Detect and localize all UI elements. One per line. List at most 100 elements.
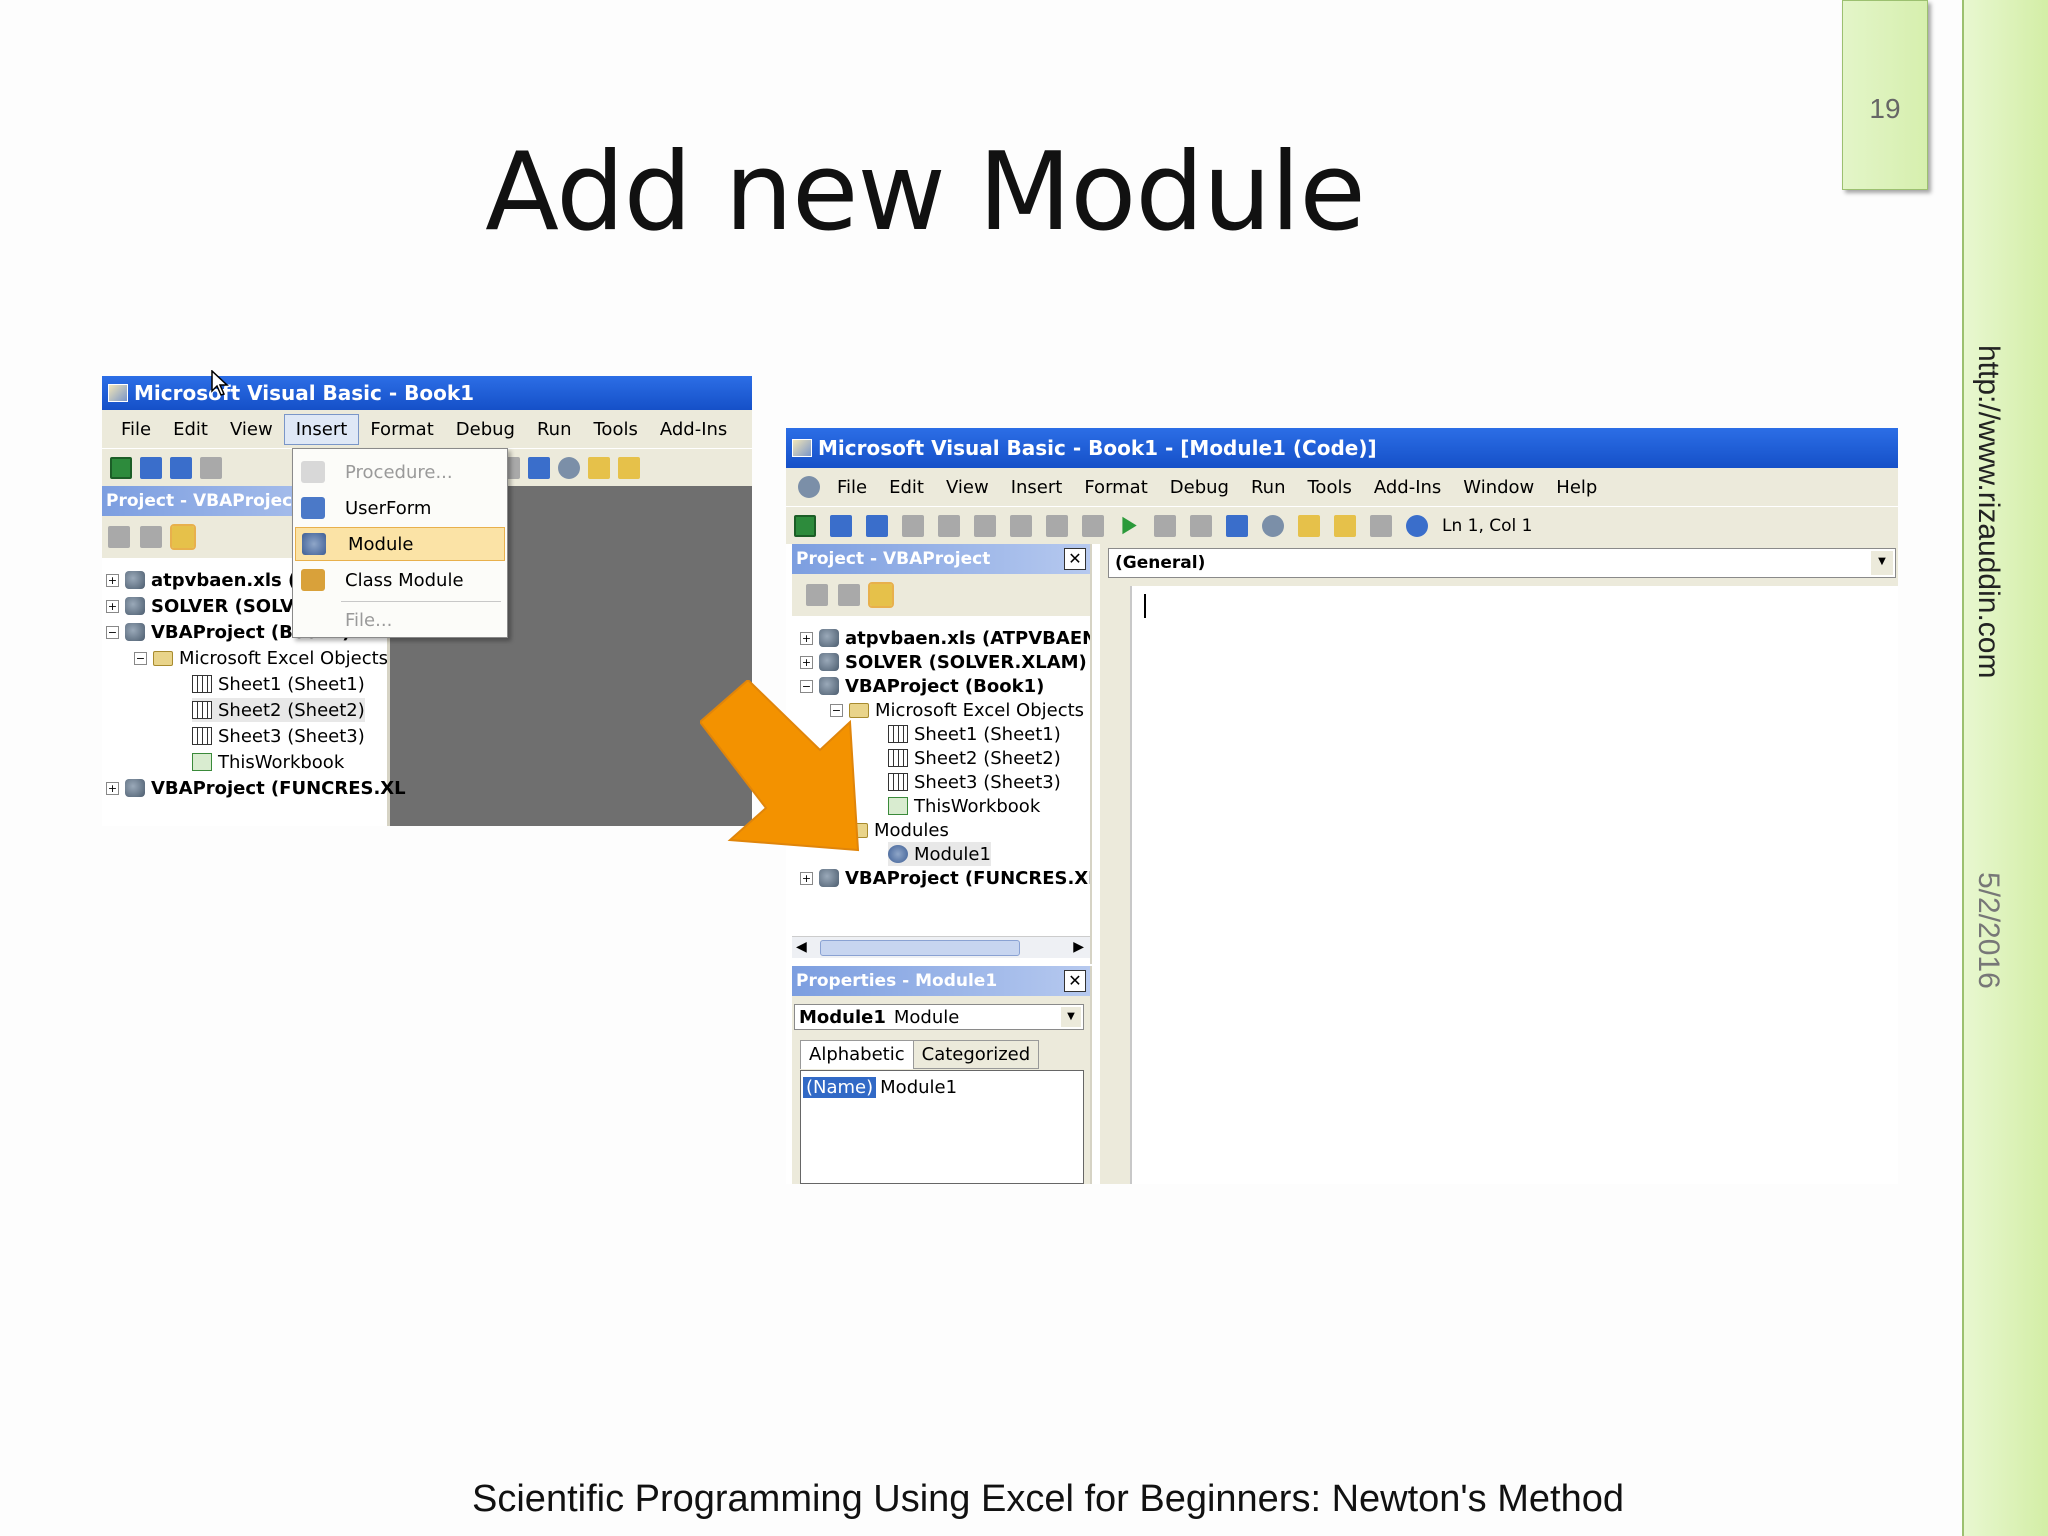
menu-edit[interactable]: Edit bbox=[162, 415, 219, 444]
chevron-down-icon[interactable]: ▼ bbox=[1061, 1007, 1081, 1027]
close-icon[interactable]: ✕ bbox=[1064, 548, 1086, 570]
view-object-icon[interactable] bbox=[838, 584, 860, 606]
object-browser-icon[interactable] bbox=[1334, 514, 1356, 537]
cursor-position: Ln 1, Col 1 bbox=[1442, 515, 1533, 536]
menu-item-class-module[interactable]: Class Module bbox=[293, 563, 507, 597]
insert-userform-icon[interactable] bbox=[830, 514, 852, 537]
view-object-icon[interactable] bbox=[140, 526, 162, 548]
object-combo[interactable]: (General) ▼ bbox=[1108, 548, 1896, 578]
help-icon[interactable] bbox=[1406, 514, 1428, 537]
cut-icon[interactable] bbox=[902, 514, 924, 537]
tree-item[interactable]: Sheet2 (Sheet2) bbox=[888, 746, 1061, 770]
properties-pane-title: Properties - Module1 ✕ bbox=[792, 966, 1090, 996]
properties-icon[interactable] bbox=[588, 456, 610, 479]
tree-item[interactable]: − Microsoft Excel Objects bbox=[134, 646, 388, 670]
undo-icon[interactable] bbox=[1046, 514, 1068, 537]
tree-item[interactable]: + atpvbaen.xls ( bbox=[106, 568, 296, 592]
scroll-thumb[interactable] bbox=[820, 940, 1020, 956]
menu-add-ins[interactable]: Add-Ins bbox=[649, 415, 738, 444]
menu-format[interactable]: Format bbox=[1073, 473, 1158, 502]
properties-icon[interactable] bbox=[1298, 514, 1320, 537]
menu-item-procedure[interactable]: Procedure... bbox=[293, 455, 507, 489]
side-bar bbox=[1962, 0, 2048, 1536]
tab-categorized[interactable]: Categorized bbox=[913, 1040, 1040, 1069]
chevron-down-icon[interactable]: ▼ bbox=[1871, 551, 1893, 575]
tree-item[interactable]: ThisWorkbook bbox=[192, 750, 344, 774]
object-browser-icon[interactable] bbox=[618, 456, 640, 479]
vba-project-icon[interactable] bbox=[798, 476, 820, 498]
toolbox-icon[interactable] bbox=[1370, 514, 1392, 537]
menu-insert[interactable]: Insert bbox=[1000, 473, 1074, 502]
horizontal-scrollbar[interactable]: ◀ ▶ bbox=[792, 936, 1090, 958]
menu-view[interactable]: View bbox=[935, 473, 1000, 502]
tree-item[interactable]: + VBAProject (FUNCRES.XL bbox=[800, 866, 1090, 890]
pause-icon[interactable] bbox=[1154, 514, 1176, 537]
tree-item-label: Sheet3 (Sheet3) bbox=[218, 725, 365, 747]
properties-object-select[interactable]: Module1 Module ▼ bbox=[794, 1004, 1084, 1030]
menu-item-userform[interactable]: UserForm bbox=[293, 491, 507, 525]
view-code-icon[interactable] bbox=[108, 526, 130, 548]
tree-item[interactable]: ThisWorkbook bbox=[888, 794, 1040, 818]
property-value[interactable]: Module1 bbox=[880, 1077, 957, 1098]
menu-file[interactable]: File bbox=[110, 415, 162, 444]
redo-icon[interactable] bbox=[1082, 514, 1104, 537]
project-explorer-icon[interactable] bbox=[558, 456, 580, 479]
tree-item-module1[interactable]: Module1 bbox=[888, 842, 991, 866]
toggle-folders-icon[interactable] bbox=[170, 524, 196, 550]
menu-view[interactable]: View bbox=[219, 415, 284, 444]
module-icon bbox=[888, 845, 908, 863]
tree-item[interactable]: + SOLVER (SOLVER.XLAM) bbox=[800, 650, 1087, 674]
close-icon[interactable]: ✕ bbox=[1064, 970, 1086, 992]
insert-userform-icon[interactable] bbox=[140, 456, 162, 479]
design-mode-icon[interactable] bbox=[1226, 514, 1248, 537]
copy-icon[interactable] bbox=[938, 514, 960, 537]
mouse-pointer-icon bbox=[211, 370, 229, 396]
design-mode-icon[interactable] bbox=[528, 456, 550, 479]
tree-item-label: Sheet3 (Sheet3) bbox=[914, 771, 1061, 793]
menu-run[interactable]: Run bbox=[526, 415, 583, 444]
excel-icon[interactable] bbox=[794, 514, 816, 537]
tree-item[interactable]: Sheet2 (Sheet2) bbox=[192, 698, 365, 722]
tree-item[interactable]: Sheet1 (Sheet1) bbox=[192, 672, 365, 696]
project-icon bbox=[125, 571, 145, 589]
paste-icon[interactable] bbox=[974, 514, 996, 537]
property-row[interactable]: (Name) Module1 bbox=[801, 1075, 1083, 1099]
menu-file[interactable]: File bbox=[826, 473, 878, 502]
tree-item[interactable]: + SOLVER (SOLVI bbox=[106, 594, 301, 618]
menu-tools[interactable]: Tools bbox=[1297, 473, 1363, 502]
menu-add-ins[interactable]: Add-Ins bbox=[1363, 473, 1452, 502]
right-project-pane-title: Project - VBAProject ✕ bbox=[792, 544, 1090, 574]
menu-window[interactable]: Window bbox=[1452, 473, 1545, 502]
code-editor[interactable] bbox=[1130, 586, 1898, 1184]
left-title-bar: Microsoft Visual Basic - Book1 bbox=[102, 376, 752, 410]
menu-run[interactable]: Run bbox=[1240, 473, 1297, 502]
right-window-title: Microsoft Visual Basic - Book1 - [Module… bbox=[818, 436, 1377, 460]
menu-tools[interactable]: Tools bbox=[583, 415, 649, 444]
scroll-left-icon[interactable]: ◀ bbox=[796, 939, 807, 955]
save-icon[interactable] bbox=[866, 514, 888, 537]
toggle-folders-icon[interactable] bbox=[868, 582, 894, 608]
cut-icon[interactable] bbox=[200, 456, 222, 479]
tree-item[interactable]: + VBAProject (FUNCRES.XL bbox=[106, 776, 406, 800]
menu-format[interactable]: Format bbox=[359, 415, 444, 444]
menu-help[interactable]: Help bbox=[1545, 473, 1608, 502]
excel-icon[interactable] bbox=[110, 456, 132, 479]
menu-debug[interactable]: Debug bbox=[445, 415, 526, 444]
stop-icon[interactable] bbox=[1190, 514, 1212, 537]
run-icon[interactable] bbox=[1122, 516, 1137, 535]
menu-insert[interactable]: Insert bbox=[283, 413, 360, 445]
save-icon[interactable] bbox=[170, 456, 192, 479]
menu-item-file[interactable]: File... bbox=[293, 603, 507, 637]
scroll-right-icon[interactable]: ▶ bbox=[1073, 939, 1084, 955]
tree-item[interactable]: + atpvbaen.xls (ATPVBAEN bbox=[800, 626, 1090, 650]
menu-edit[interactable]: Edit bbox=[878, 473, 935, 502]
project-explorer-icon[interactable] bbox=[1262, 514, 1284, 537]
view-code-icon[interactable] bbox=[806, 584, 828, 606]
tab-alphabetic[interactable]: Alphabetic bbox=[800, 1040, 914, 1069]
find-icon[interactable] bbox=[1010, 514, 1032, 537]
tree-item[interactable]: Sheet1 (Sheet1) bbox=[888, 722, 1061, 746]
menu-item-module[interactable]: Module bbox=[295, 527, 505, 561]
tree-item[interactable]: Sheet3 (Sheet3) bbox=[192, 724, 365, 748]
menu-debug[interactable]: Debug bbox=[1159, 473, 1240, 502]
tree-item[interactable]: Sheet3 (Sheet3) bbox=[888, 770, 1061, 794]
